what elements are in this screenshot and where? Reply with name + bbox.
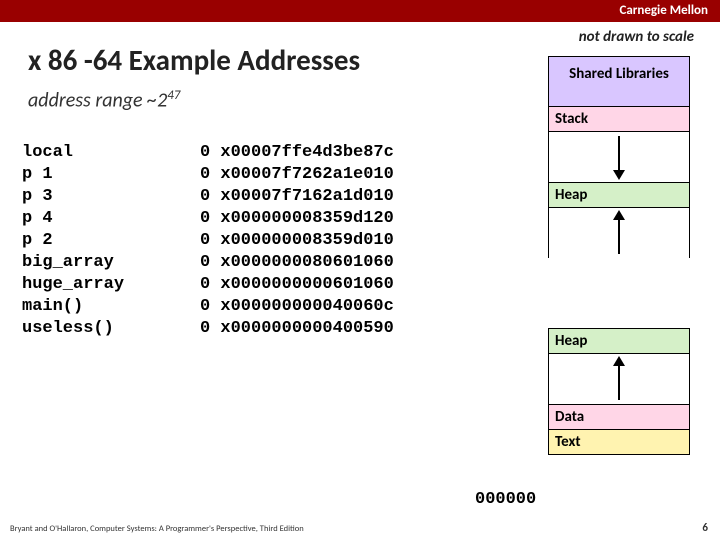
not-drawn-label: not drawn to scale [579,28,694,46]
gap-heap [548,208,690,258]
subtitle-exponent: 47 [167,88,180,103]
slide-title: x 86 -64 Example Addresses [28,42,360,78]
addr-row: 0 x00007f7262a1e010 [200,164,394,186]
addr-row: 0 x000000008359d120 [200,208,394,230]
region-text: Text [548,429,690,455]
arrow-up-icon [609,354,629,404]
addr-row: 0 x0000000000400590 [200,318,394,340]
sym-row: p 4 [22,208,124,230]
brand-text: Carnegie Mellon [619,3,708,18]
sym-row: p 2 [22,230,124,252]
zero-address-label: 000000 [475,490,536,509]
region-heap-lower: Heap [548,328,690,354]
addr-row: 0 x0000000080601060 [200,252,394,274]
addr-row: 0 x00007f7162a1d010 [200,186,394,208]
addresses-column: 0 x00007ffe4d3be87c 0 x00007f7262a1e010 … [200,142,394,340]
addr-row: 0 x000000000040060c [200,296,394,318]
sym-row: huge_array [22,274,124,296]
page-number: 6 [702,521,708,534]
gap-heap-data [548,354,690,404]
sym-row: useless() [22,318,124,340]
address-range-subtitle: address range ~247 [28,88,180,113]
region-data: Data [548,404,690,429]
sym-row: p 3 [22,186,124,208]
region-heap-upper: Heap [548,182,690,208]
region-shared-libs: Shared Libraries [548,56,690,106]
sym-row: local [22,142,124,164]
sym-row: big_array [22,252,124,274]
subtitle-prefix: address range ~2 [28,89,167,113]
addr-row: 0 x0000000000601060 [200,274,394,296]
gap-stack-heap [548,132,690,182]
sym-row: main() [22,296,124,318]
brand-bar: Carnegie Mellon [0,0,720,22]
symbol-names-column: local p 1 p 3 p 4 p 2 big_array huge_arr… [22,142,124,340]
region-stack: Stack [548,106,690,132]
addr-row: 0 x000000008359d010 [200,230,394,252]
footer-citation: Bryant and O'Hallaron, Computer Systems:… [10,524,304,534]
arrow-up-icon [609,208,629,258]
large-gap [548,258,690,328]
arrow-down-icon [609,132,629,182]
addr-row: 0 x00007ffe4d3be87c [200,142,394,164]
sym-row: p 1 [22,164,124,186]
memory-map: Shared Libraries Stack Heap Heap Data Te… [548,56,690,455]
